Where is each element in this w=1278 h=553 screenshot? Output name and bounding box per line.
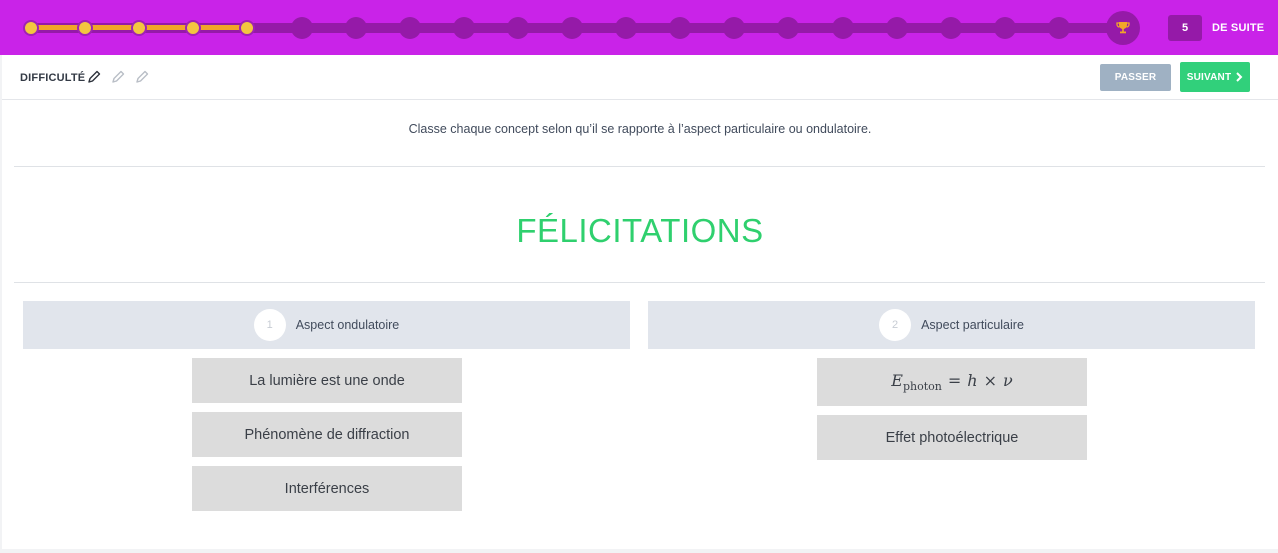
progress-step	[723, 17, 746, 39]
skip-button[interactable]: PASSER	[1100, 64, 1171, 91]
progress-step	[290, 17, 313, 39]
pencil-icon-inactive	[136, 70, 149, 83]
progress-step	[561, 17, 583, 39]
chevron-right-icon	[1236, 72, 1243, 82]
progress-step	[669, 17, 692, 39]
progress-step	[993, 17, 1016, 39]
pencil-icon-active	[88, 70, 101, 83]
trophy-icon	[1106, 11, 1140, 45]
divider	[14, 166, 1265, 167]
concept-chip[interactable]: Interférences	[192, 466, 462, 511]
concept-chip[interactable]: Phénomène de diffraction	[192, 412, 462, 457]
category-title: Aspect ondulatoire	[295, 318, 400, 332]
progress-step	[885, 17, 908, 39]
progress-step	[939, 17, 962, 39]
instruction-text: Classe chaque concept selon qu’il se rap…	[408, 122, 872, 136]
pencil-icon-inactive	[112, 70, 125, 83]
progress-bar: 5 DE SUITE	[0, 0, 1278, 55]
toolbar: DIFFICULTÉ PASSER SUIVANT	[2, 55, 1278, 100]
next-button[interactable]: SUIVANT	[1180, 62, 1250, 92]
progress-step-done	[131, 20, 148, 36]
progress-step	[1047, 17, 1070, 39]
difficulty-label: DIFFICULTÉ	[20, 72, 86, 84]
progress-step	[831, 17, 854, 39]
progress-step	[615, 17, 638, 39]
concept-chip[interactable]: Effet photoélectrique	[817, 415, 1087, 460]
progress-step-done	[185, 20, 202, 36]
progress-step	[777, 17, 800, 39]
next-button-label: SUIVANT	[1186, 71, 1232, 83]
divider	[14, 282, 1265, 283]
category-title: Aspect particulaire	[921, 318, 1024, 332]
progress-step	[452, 17, 475, 39]
category-header-wave: 1 Aspect ondulatoire	[23, 301, 630, 349]
progress-step-done	[77, 20, 94, 36]
concept-chip[interactable]: La lumière est une onde	[192, 358, 462, 403]
streak-count: 5	[1168, 15, 1202, 41]
category-number: 1	[253, 309, 286, 341]
progress-step-done	[23, 20, 39, 36]
progress-step-done	[239, 20, 256, 36]
category-header-particle: 2 Aspect particulaire	[648, 301, 1255, 349]
progress-step	[506, 17, 529, 39]
result-message: FÉLICITATIONS	[516, 212, 764, 249]
category-number: 2	[879, 309, 912, 341]
progress-step	[344, 17, 367, 39]
progress-step	[398, 17, 421, 39]
photon-energy-formula: Ephoton = h × ν	[891, 370, 1013, 394]
streak-label: DE SUITE	[1212, 22, 1265, 34]
exercise-panel: Classe chaque concept selon qu’il se rap…	[2, 100, 1278, 549]
concept-chip-formula[interactable]: Ephoton = h × ν	[817, 358, 1087, 406]
